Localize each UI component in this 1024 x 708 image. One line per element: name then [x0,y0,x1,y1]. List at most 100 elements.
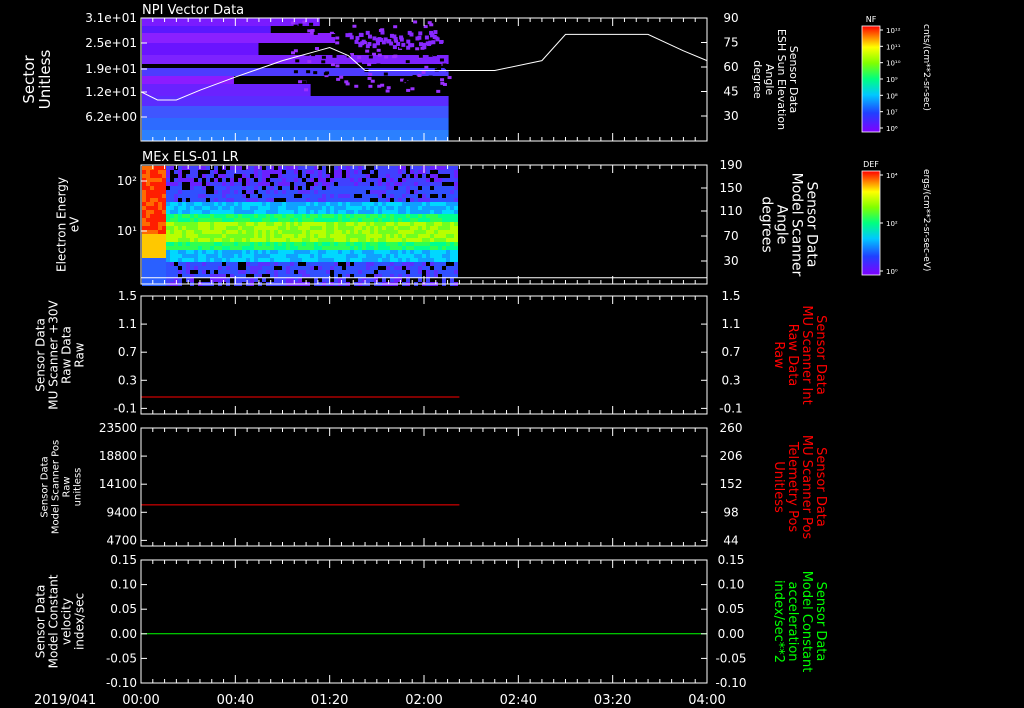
spectrogram-cell [310,182,314,186]
spectrogram-cell [246,198,250,202]
spectrogram-cell [258,258,262,262]
spectrogram-cell [206,174,210,178]
spectrogram-cell [310,210,314,214]
spectrogram-cell [218,266,222,270]
spectrogram-cell [198,230,202,234]
spectrogram-cell [362,254,366,258]
spectrogram-cell [246,270,250,274]
spectrogram-cell [370,238,374,242]
spectrogram-cell [274,202,278,206]
spectrogram-cell [166,262,170,266]
spectrogram-cell [330,242,334,246]
spectrogram-cell [446,170,450,174]
spectrogram-cell [178,226,182,230]
spectrogram-cell [254,238,258,242]
spectrogram-cell [402,258,406,262]
spectrogram-cell [246,230,250,234]
spectrogram-cell [234,230,238,234]
spectrogram-cell [338,198,342,202]
spectrogram-cell [310,218,314,222]
spectrogram-cell [366,234,370,238]
spectrogram-cell [402,278,406,282]
spectrogram-cell [246,266,250,270]
spectrogram-cell [206,262,210,266]
spectrogram-cell [326,262,330,266]
spectrogram-cell [394,190,398,194]
spectrogram-cell [142,270,146,274]
spectrogram-cell [186,190,190,194]
spectrogram-cell [302,246,306,250]
spectrogram-cell [442,190,446,194]
spectrogram-cell [242,234,246,238]
spectrogram-cell [202,186,206,190]
spectrogram-cell [290,238,294,242]
spectrogram-cell [442,270,446,274]
spectrogram-cell [354,214,358,218]
spectrogram-cell [430,170,434,174]
spectrogram-cell [414,178,418,182]
spectrogram-cell [386,242,390,246]
plot-canvas: 00:00 00:40 01:20 02:00 02:40 03:20 04:00 2019/… [0,0,1024,708]
y-axis-label-right: Model Scanner [789,173,805,277]
spectrogram-cell [146,210,150,214]
spectrogram-cell [350,174,354,178]
spectrogram-cell [354,206,358,210]
spectrogram-cell [454,258,458,262]
spectrogram-cell [454,270,458,274]
spectrogram-cell [238,170,242,174]
spectrogram-cell [226,206,230,210]
spectrogram-cell [438,210,442,214]
spectrogram-cell [178,186,182,190]
spectrogram-cell [306,250,310,254]
spectrogram-cell [402,250,406,254]
spectrogram-cell [382,194,386,198]
spectrogram-cell [454,206,458,210]
spectrogram-cell [306,242,310,246]
spectrogram-cell [242,218,246,222]
spectrogram-cell [306,174,310,178]
spectrogram-cell [430,190,434,194]
spectrogram-cell [170,194,174,198]
spectrogram-cell [286,178,290,182]
spectrogram-cell [186,262,190,266]
spectrogram-cell [414,238,418,242]
spectrogram-cell [286,230,290,234]
spectrogram-cell [154,202,158,206]
spectrogram-cell [318,250,322,254]
spectrogram-cell [158,270,162,274]
spectrogram-cell [314,170,318,174]
spectrogram-cell [414,270,418,274]
spectrogram-cell [454,186,458,190]
spectrogram-cell [266,174,270,178]
spectrogram-cell [186,198,190,202]
spectrogram-cell [154,250,158,254]
spectrogram-cell [306,166,310,170]
spectrogram-cell [370,186,374,190]
spectrogram-cell [170,230,174,234]
spectrogram-cell [258,198,262,202]
spectrogram-cell [430,254,434,258]
spectrogram-cell [266,206,270,210]
spectrogram-cell [258,222,262,226]
heatmap-cell [395,86,400,90]
spectrogram-cell [402,198,406,202]
heatmap-cell [323,72,328,76]
spectrogram-cell [238,198,242,202]
heatmap-band [142,96,449,106]
spectrogram-cell [406,230,410,234]
spectrogram-cell [294,218,298,222]
spectrogram-cell [266,198,270,202]
spectrogram-cell [442,166,446,170]
spectrogram-cell [258,230,262,234]
spectrogram-cell [198,250,202,254]
spectrogram-cell [266,266,270,270]
heatmap-cell [412,75,417,79]
spectrogram-cell [414,194,418,198]
spectrogram-cell [370,242,374,246]
spectrogram-cell [422,214,426,218]
spectrogram-cell [306,258,310,262]
spectrogram-cell [430,222,434,226]
spectrogram-cell [346,218,350,222]
spectrogram-cell [454,226,458,230]
spectrogram-cell [206,194,210,198]
